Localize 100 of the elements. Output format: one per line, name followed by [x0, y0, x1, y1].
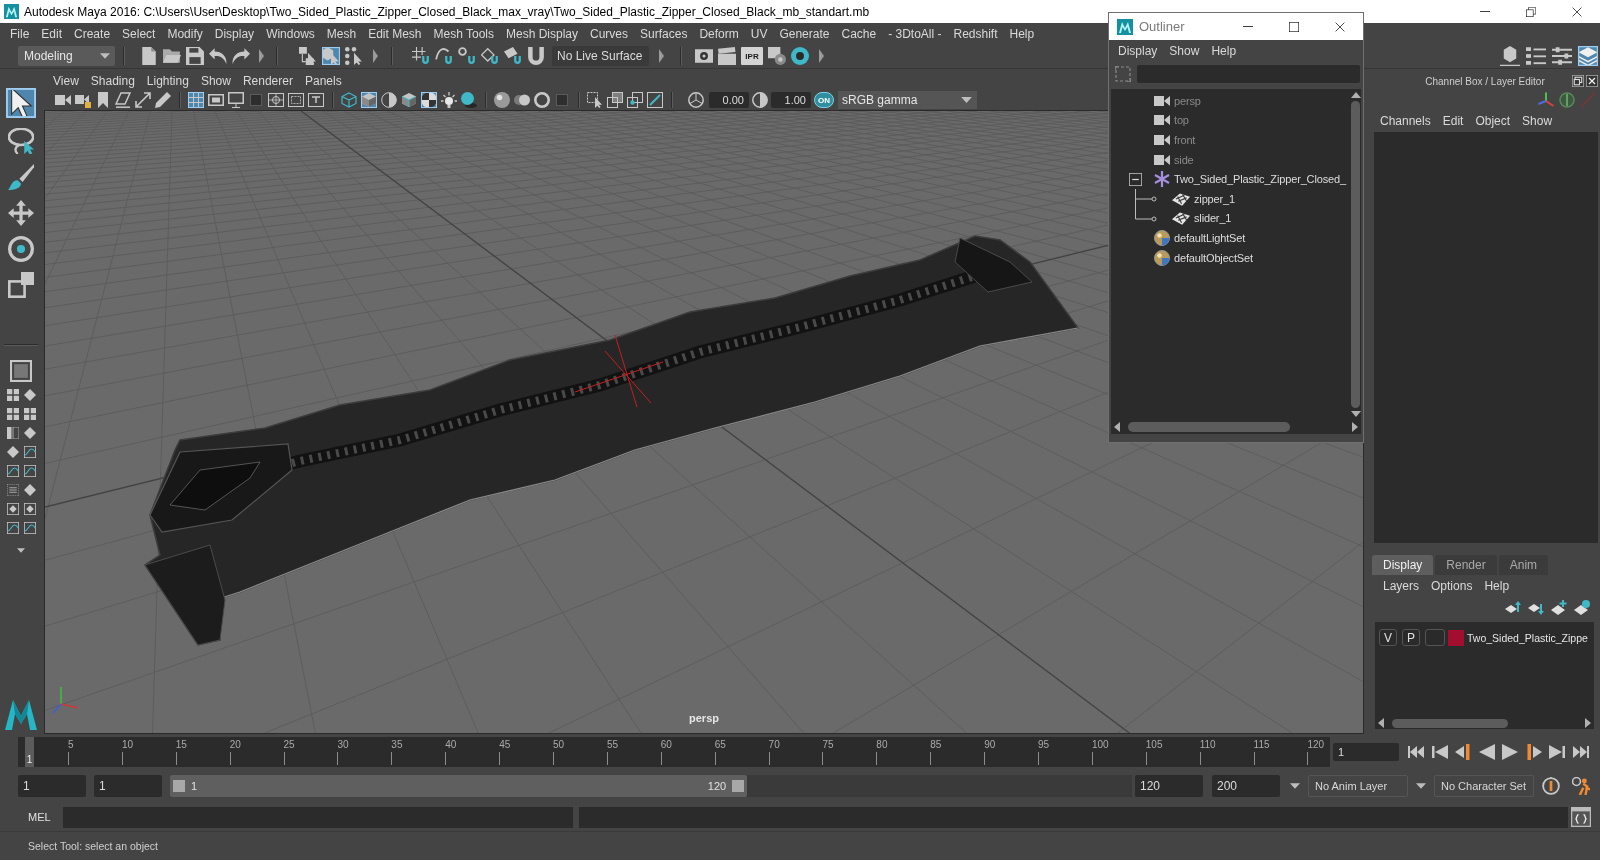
panel-menu-item[interactable]: Renderer: [236, 72, 299, 90]
curve-graph-icon[interactable]: [6, 465, 19, 477]
diamond-icon[interactable]: [23, 389, 36, 401]
scroll-thumb[interactable]: [1128, 422, 1290, 432]
diamond-magnet-icon[interactable]: [481, 47, 499, 65]
running-figure-icon[interactable]: [1572, 777, 1590, 795]
layer-menu-item[interactable]: Options: [1425, 577, 1479, 595]
wireframe-cube-icon[interactable]: [341, 92, 357, 108]
move-icon[interactable]: [8, 200, 34, 226]
timeline-ruler[interactable]: 1 5 10 15 20 25 30 35 40 45 50 55 60 65 70 75 80 85 90 95 100 105 110 115 120: [18, 736, 1330, 767]
tab[interactable]: Anim: [1498, 555, 1549, 575]
sliders-icon[interactable]: [1552, 46, 1572, 66]
gamma-field[interactable]: 1.00: [771, 92, 811, 108]
panel-menu-item[interactable]: Panels: [298, 72, 348, 90]
bookmark-icon[interactable]: [95, 92, 111, 108]
ring-bar-icon[interactable]: [1542, 777, 1560, 795]
tab[interactable]: Render: [1435, 555, 1497, 575]
menu-item[interactable]: Create: [68, 24, 117, 43]
outliner-item[interactable]: slider_1: [1194, 212, 1232, 225]
panel-menu-item[interactable]: Shading: [84, 72, 141, 90]
outliner-item[interactable]: front: [1174, 134, 1196, 146]
panel-menu-item[interactable]: View: [47, 72, 85, 90]
diamond-icon[interactable]: [6, 446, 19, 458]
animation-start-field[interactable]: 1: [18, 775, 86, 797]
points-cursor-icon[interactable]: [345, 47, 363, 65]
layer-menu-item[interactable]: Help: [1478, 577, 1516, 595]
menu-set-dropdown[interactable]: Modeling: [18, 46, 115, 66]
wire-cube-icon[interactable]: [401, 92, 417, 108]
diamond-box-icon[interactable]: [23, 503, 36, 515]
overlapping-circles-icon[interactable]: [514, 92, 530, 108]
tab[interactable]: Display: [1372, 555, 1434, 575]
playback-toggle[interactable]: P: [1402, 629, 1420, 646]
layer-menu-item[interactable]: Layers: [1377, 577, 1426, 595]
outliner-item[interactable]: side: [1174, 153, 1194, 166]
diamond-dot-icon[interactable]: [1574, 600, 1590, 616]
outliner-item[interactable]: defaultObjectSet: [1174, 251, 1253, 264]
skip-start-icon[interactable]: [1408, 743, 1424, 760]
pencil-icon[interactable]: [155, 92, 171, 108]
diagonal-arrow-icon[interactable]: [135, 92, 151, 108]
dotted-list-icon[interactable]: [6, 484, 19, 496]
outliner-item[interactable]: top: [1174, 114, 1189, 127]
skip-end-icon[interactable]: [1572, 743, 1589, 760]
right-arrow-icon[interactable]: [1585, 718, 1591, 728]
four-squares-icon[interactable]: [6, 389, 19, 401]
surface-magnet-icon[interactable]: [504, 47, 522, 65]
sphere-shadow-icon[interactable]: [461, 92, 477, 108]
cursor-box-icon[interactable]: [587, 92, 603, 108]
menu-item[interactable]: Display: [208, 24, 261, 43]
caret-icon[interactable]: [1416, 783, 1426, 789]
four-squares-icon[interactable]: [23, 408, 36, 420]
save-icon[interactable]: [186, 47, 204, 65]
step-back-icon[interactable]: [1431, 743, 1448, 760]
start-handle-icon[interactable]: [173, 780, 185, 792]
camera-icon[interactable]: [55, 92, 71, 108]
range-slider-track[interactable]: 1 120: [170, 775, 1132, 797]
menu-item[interactable]: UV: [744, 24, 774, 43]
scroll-thumb[interactable]: [1351, 101, 1360, 408]
ipr-render-button[interactable]: IPR: [741, 47, 763, 65]
target-frame-icon[interactable]: [268, 92, 284, 108]
diamond-up-arrow-icon[interactable]: [1505, 600, 1521, 616]
hierarchy-cursor-icon[interactable]: [299, 47, 317, 65]
down-arrow-icon[interactable]: [1350, 411, 1361, 417]
menu-item[interactable]: Mesh Display: [500, 24, 585, 43]
grid-magnet-icon[interactable]: [412, 47, 430, 65]
menu-item[interactable]: Cache: [835, 24, 883, 43]
frame-icon[interactable]: [208, 92, 224, 108]
outliner-item[interactable]: persp: [1174, 94, 1201, 107]
menu-item[interactable]: Edit: [35, 24, 69, 43]
outliner-menu-item[interactable]: Help: [1205, 42, 1243, 60]
color-space-dropdown[interactable]: sRGB gamma: [838, 91, 977, 109]
menu-item[interactable]: Surfaces: [634, 24, 694, 43]
playback-end-field[interactable]: 120: [1135, 775, 1203, 797]
half-circle-icon[interactable]: [381, 92, 397, 108]
brush-icon[interactable]: [8, 164, 34, 190]
command-input-field[interactable]: [62, 806, 573, 828]
menu-item[interactable]: Windows: [260, 24, 321, 43]
menu-item[interactable]: Modify: [161, 24, 209, 43]
four-squares-icon[interactable]: [6, 408, 19, 420]
rotate-icon[interactable]: [8, 236, 34, 262]
right-arrow-icon[interactable]: [1352, 422, 1358, 432]
scroll-thumb[interactable]: [1392, 718, 1508, 728]
new-file-icon[interactable]: [140, 47, 158, 65]
menu-item[interactable]: Deform: [693, 24, 745, 43]
lasso-icon[interactable]: [8, 128, 34, 154]
range-slider-bar[interactable]: 1 120: [170, 775, 748, 797]
playback-start-field[interactable]: 1: [94, 775, 162, 797]
channel-menu-item[interactable]: Edit: [1436, 112, 1470, 130]
expand-arrow-icon[interactable]: [819, 49, 824, 63]
outliner-item[interactable]: zipper_1: [1194, 192, 1235, 205]
diamond-plus-icon[interactable]: [1551, 600, 1567, 616]
magnet-icon[interactable]: [527, 47, 545, 65]
character-set-dropdown[interactable]: No Character Set: [1434, 775, 1534, 797]
outliner-menu-item[interactable]: Show: [1163, 42, 1206, 60]
outliner-item[interactable]: Two_Sided_Plastic_Zipper_Closed_: [1174, 173, 1346, 186]
zipper-drawing[interactable]: [143, 235, 1080, 646]
float-window-icon[interactable]: [1572, 75, 1584, 87]
menu-item[interactable]: Generate: [773, 24, 836, 43]
visibility-toggle[interactable]: V: [1379, 629, 1397, 646]
curve-graph-icon[interactable]: [23, 446, 36, 458]
close-icon[interactable]: [1586, 75, 1598, 87]
